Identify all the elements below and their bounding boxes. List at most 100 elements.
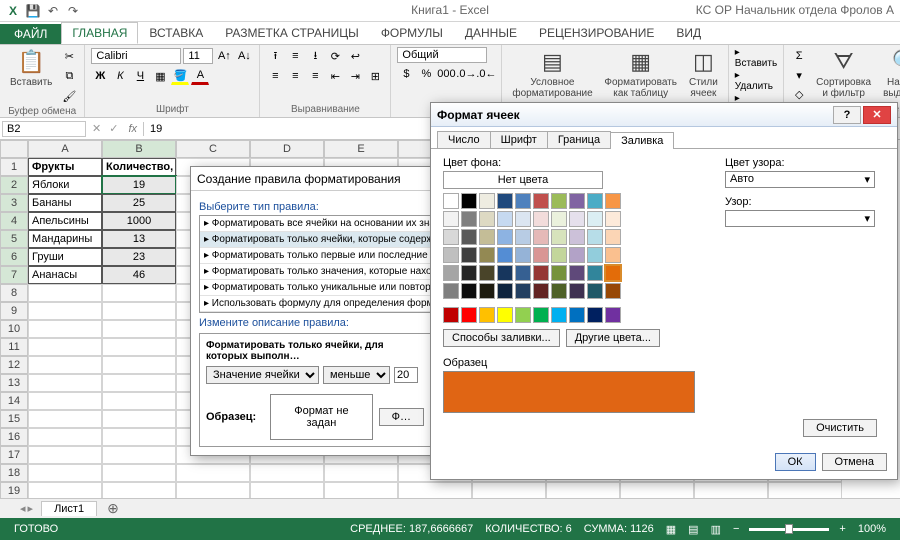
condition-operator-select[interactable]: меньше (323, 366, 390, 384)
font-size-select[interactable]: 11 (183, 48, 213, 64)
rule-type-item[interactable]: ▸ Форматировать все ячейки на основании … (200, 216, 430, 232)
color-swatch[interactable] (443, 283, 459, 299)
format-button[interactable]: Ф… (379, 408, 424, 426)
color-swatch[interactable] (443, 211, 459, 227)
color-swatch[interactable] (515, 283, 531, 299)
pattern-style-select[interactable]: ▾ (725, 210, 875, 227)
cell[interactable]: 25 (102, 194, 176, 212)
rule-type-item[interactable]: ▸ Использовать формулу для определения ф… (200, 296, 430, 312)
sort-filter-button[interactable]: ᗊСортировка и фильтр (812, 47, 875, 101)
cell[interactable]: Количество, кг (102, 158, 176, 176)
color-swatch[interactable] (497, 265, 513, 281)
column-header[interactable]: A (28, 140, 102, 158)
align-middle-icon[interactable]: ≡ (286, 47, 304, 65)
color-swatch[interactable] (479, 265, 495, 281)
row-header[interactable]: 9 (0, 302, 28, 320)
color-swatch[interactable] (587, 211, 603, 227)
view-pagelayout-icon[interactable]: ▤ (688, 523, 698, 536)
row-header[interactable]: 1 (0, 158, 28, 176)
autosum-icon[interactable]: Σ (790, 47, 808, 65)
color-swatch[interactable] (515, 229, 531, 245)
color-swatch[interactable] (479, 283, 495, 299)
cell[interactable]: Яблоки (28, 176, 102, 194)
row-header[interactable]: 2 (0, 176, 28, 194)
rule-type-item[interactable]: ▸ Форматировать только значения, которые… (200, 264, 430, 280)
row-header[interactable]: 5 (0, 230, 28, 248)
color-swatch[interactable] (605, 247, 621, 263)
color-swatch[interactable] (587, 307, 603, 323)
cell[interactable] (28, 410, 102, 428)
color-swatch[interactable] (515, 265, 531, 281)
cell[interactable]: Груши (28, 248, 102, 266)
condition-target-select[interactable]: Значение ячейки (206, 366, 319, 384)
color-swatch[interactable] (533, 307, 549, 323)
add-sheet-icon[interactable]: ⊕ (99, 500, 127, 517)
sheet-tab[interactable]: Лист1 (41, 501, 97, 516)
wrap-text-icon[interactable]: ↩ (346, 47, 364, 65)
no-color-button[interactable]: Нет цвета (443, 171, 603, 189)
clear-button[interactable]: Очистить (803, 419, 877, 437)
color-swatch[interactable] (569, 211, 585, 227)
sheet-nav-next-icon[interactable]: ▸ (28, 502, 34, 515)
color-swatch[interactable] (533, 283, 549, 299)
copy-icon[interactable]: ⧉ (60, 67, 78, 85)
align-left-icon[interactable]: ≡ (266, 67, 284, 85)
color-swatch[interactable] (479, 307, 495, 323)
cell[interactable] (28, 284, 102, 302)
cell[interactable] (324, 464, 398, 482)
ok-button[interactable]: ОК (775, 453, 816, 471)
format-as-table-button[interactable]: ▦Форматировать как таблицу (600, 47, 681, 101)
color-swatch[interactable] (569, 247, 585, 263)
color-swatch[interactable] (461, 283, 477, 299)
row-header[interactable]: 8 (0, 284, 28, 302)
border-icon[interactable]: ▦ (151, 67, 169, 85)
row-header[interactable]: 15 (0, 410, 28, 428)
row-header[interactable]: 6 (0, 248, 28, 266)
row-header[interactable]: 12 (0, 356, 28, 374)
comma-icon[interactable]: 000 (437, 65, 455, 83)
color-swatch[interactable] (461, 247, 477, 263)
increase-font-icon[interactable]: A↑ (215, 47, 233, 65)
clear-icon[interactable]: ◇ (790, 85, 808, 103)
row-header[interactable]: 7 (0, 266, 28, 284)
font-color-icon[interactable]: A (191, 67, 209, 85)
color-swatch[interactable] (461, 229, 477, 245)
cell[interactable] (102, 374, 176, 392)
color-swatch[interactable] (569, 307, 585, 323)
orientation-icon[interactable]: ⟳ (326, 47, 344, 65)
merge-icon[interactable]: ⊞ (366, 67, 384, 85)
color-swatch[interactable] (443, 307, 459, 323)
rule-type-item[interactable]: ▸ Форматировать только ячейки, которые с… (200, 232, 430, 248)
align-right-icon[interactable]: ≡ (306, 67, 324, 85)
row-header[interactable]: 4 (0, 212, 28, 230)
cell[interactable] (102, 284, 176, 302)
close-icon[interactable]: ✕ (863, 106, 891, 124)
row-header[interactable]: 3 (0, 194, 28, 212)
name-box[interactable]: B2 (2, 121, 86, 137)
undo-icon[interactable]: ↶ (44, 2, 62, 20)
cell[interactable] (28, 320, 102, 338)
color-swatch[interactable] (587, 229, 603, 245)
select-all-corner[interactable] (0, 140, 28, 158)
color-swatch[interactable] (551, 247, 567, 263)
currency-icon[interactable]: $ (397, 65, 415, 83)
color-swatch[interactable] (461, 307, 477, 323)
row-header[interactable]: 11 (0, 338, 28, 356)
color-swatch[interactable] (587, 265, 603, 281)
cell[interactable]: 23 (102, 248, 176, 266)
cell-styles-button[interactable]: ◫Стили ячеек (685, 47, 722, 101)
column-header[interactable]: B (102, 140, 176, 158)
cell[interactable] (102, 302, 176, 320)
color-swatch[interactable] (497, 211, 513, 227)
file-tab[interactable]: ФАЙЛ (0, 24, 61, 44)
color-swatch[interactable] (515, 193, 531, 209)
cell[interactable] (28, 302, 102, 320)
color-swatch[interactable] (461, 265, 477, 281)
color-swatch[interactable] (479, 247, 495, 263)
row-header[interactable]: 13 (0, 374, 28, 392)
cell[interactable] (102, 356, 176, 374)
color-swatch[interactable] (605, 283, 621, 299)
color-swatch[interactable] (497, 229, 513, 245)
tab-view[interactable]: ВИД (665, 22, 712, 44)
color-swatch[interactable] (569, 265, 585, 281)
